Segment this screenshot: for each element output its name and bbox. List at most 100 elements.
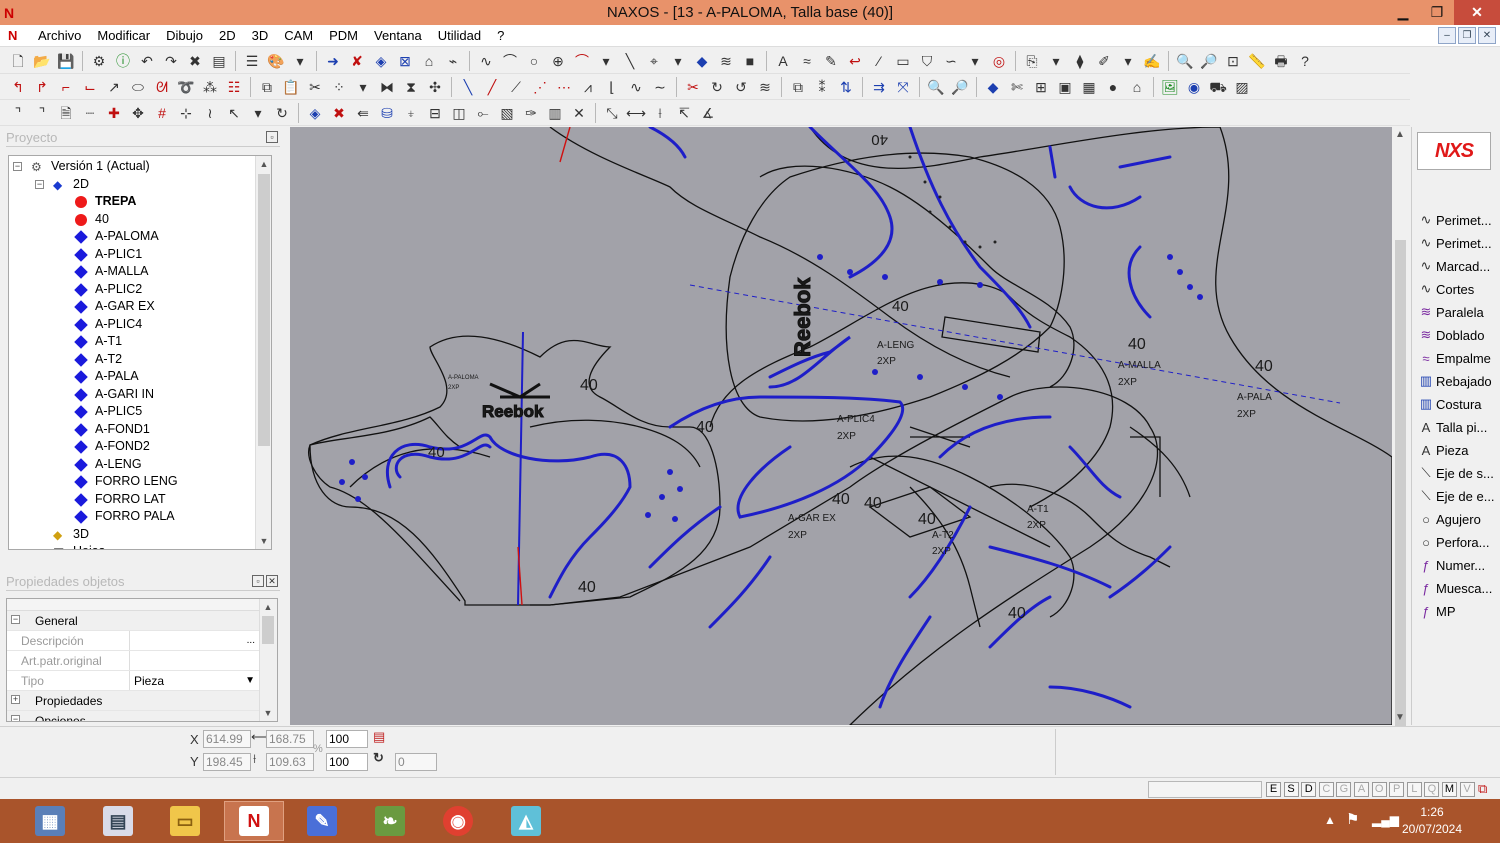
- offset-b-icon[interactable]: ≋: [755, 77, 775, 97]
- menu-dibujo[interactable]: Dibujo: [158, 25, 211, 47]
- tree-item[interactable]: FORRO PALA: [9, 508, 271, 526]
- highlight-icon[interactable]: ✍: [1142, 51, 1162, 71]
- status-flag[interactable]: M: [1442, 782, 1457, 797]
- tree-expander-icon[interactable]: −: [35, 179, 44, 189]
- database-icon[interactable]: ⛁: [377, 103, 397, 123]
- zig-icon[interactable]: ⩘: [578, 77, 598, 97]
- tree-item[interactable]: A-PALA: [9, 368, 271, 386]
- scroll-down-icon[interactable]: ▼: [256, 533, 271, 549]
- array-icon[interactable]: ⁘: [329, 77, 349, 97]
- point-icon[interactable]: ◆: [692, 51, 712, 71]
- table-icon[interactable]: ⊟: [425, 103, 445, 123]
- shoe-last-icon[interactable]: ⌂: [419, 51, 439, 71]
- tree-item[interactable]: FORRO LENG: [9, 473, 271, 491]
- pen-icon[interactable]: ✎: [821, 51, 841, 71]
- copy-icon[interactable]: ⧉: [257, 77, 277, 97]
- palette-item[interactable]: ▥ Rebajado: [1416, 370, 1500, 392]
- zoom-out-icon[interactable]: 🔎: [1199, 51, 1219, 71]
- v-dimension-icon[interactable]: ⟊: [650, 103, 670, 123]
- corner2-icon[interactable]: ⌙: [80, 77, 100, 97]
- taskbar-naxos[interactable]: N: [224, 801, 284, 841]
- status-flag[interactable]: D: [1301, 782, 1317, 797]
- menu-cam[interactable]: CAM: [276, 25, 321, 47]
- tree-item[interactable]: A-PLIC4: [9, 316, 271, 334]
- branch-icon[interactable]: ⟜: [473, 103, 493, 123]
- palette-item[interactable]: ⟍ Eje de e...: [1416, 485, 1500, 507]
- dotted-icon[interactable]: ⋯: [554, 77, 574, 97]
- hook-icon[interactable]: ↩: [845, 51, 865, 71]
- piece-nav-icon[interactable]: ◆: [983, 77, 1003, 97]
- section-propiedades[interactable]: + Propiedades: [7, 691, 277, 711]
- wave-icon[interactable]: ≈: [797, 51, 817, 71]
- ruler-pen-icon[interactable]: ✐: [1094, 51, 1114, 71]
- trim-icon[interactable]: ⁄: [869, 51, 889, 71]
- diagonal-arrow-icon[interactable]: ⤡: [602, 103, 622, 123]
- tree-item[interactable]: TREPA: [9, 193, 271, 211]
- menu-utilidad[interactable]: Utilidad: [430, 25, 489, 47]
- text-icon[interactable]: A: [773, 51, 793, 71]
- status-flag[interactable]: G: [1336, 782, 1352, 797]
- align-icon[interactable]: ⊞: [1031, 77, 1051, 97]
- dropdown-arrow-icon[interactable]: ▾: [596, 51, 616, 71]
- taskbar-file-explorer[interactable]: ▭: [155, 801, 215, 841]
- dropdown-arrow-icon[interactable]: ▾: [1118, 51, 1138, 71]
- grid-icon[interactable]: ☷: [224, 77, 244, 97]
- corner-a-icon[interactable]: ⌝: [8, 103, 28, 123]
- y-coord-field[interactable]: 198.45: [203, 753, 251, 771]
- tree-item[interactable]: A-LENG: [9, 456, 271, 474]
- image-icon[interactable]: 🖼: [1160, 77, 1180, 97]
- ellipse-icon[interactable]: ⬭: [128, 77, 148, 97]
- move-icon[interactable]: ✥: [128, 103, 148, 123]
- chevron-down-icon[interactable]: ▼: [245, 671, 255, 691]
- card-icon[interactable]: ▥: [545, 103, 565, 123]
- target-icon[interactable]: ◎: [989, 51, 1009, 71]
- spiral-icon[interactable]: ᘛ: [152, 77, 172, 97]
- zoom-window-icon[interactable]: ⊡: [1223, 51, 1243, 71]
- scroll-down-icon[interactable]: ▼: [260, 705, 276, 721]
- redo-icon[interactable]: ↷: [161, 51, 181, 71]
- palette-item[interactable]: ∿ Cortes: [1416, 278, 1500, 300]
- menu-pdm[interactable]: PDM: [321, 25, 366, 47]
- new-file-icon[interactable]: 🗋: [8, 51, 28, 71]
- break-icon[interactable]: ✂: [683, 77, 703, 97]
- wave-edit-icon[interactable]: ➰: [176, 77, 196, 97]
- tree-item[interactable]: A-GAR EX: [9, 298, 271, 316]
- home-icon[interactable]: ⌂: [1127, 77, 1147, 97]
- palette-item[interactable]: ∿ Marcad...: [1416, 255, 1500, 277]
- scale-y-field[interactable]: 100: [326, 753, 368, 771]
- scroll-down-icon[interactable]: ▼: [1395, 712, 1405, 723]
- expand-icon[interactable]: +: [11, 695, 20, 704]
- tree-item[interactable]: A-PALOMA: [9, 228, 271, 246]
- palette-item[interactable]: ≈ Empalme: [1416, 347, 1500, 369]
- flip-v-icon[interactable]: ⧗: [401, 77, 421, 97]
- palette-item[interactable]: A Pieza: [1416, 439, 1500, 461]
- tree-item[interactable]: A-GARI IN: [9, 386, 271, 404]
- angle-field[interactable]: 0: [395, 753, 437, 771]
- swap-icon[interactable]: ⇅: [836, 77, 856, 97]
- close-panel-icon[interactable]: ✕: [266, 575, 278, 587]
- forward-icon[interactable]: ⇉: [869, 77, 889, 97]
- taskbar-explorer-app[interactable]: ▤: [88, 801, 148, 841]
- x-link-icon[interactable]: ⤧: [893, 77, 913, 97]
- dropdown-arrow-icon[interactable]: ▾: [248, 103, 268, 123]
- tree-item[interactable]: ▤ Hojas: [9, 543, 271, 549]
- undo-icon[interactable]: ↶: [137, 51, 157, 71]
- palette-item[interactable]: ⟍ Eje de s...: [1416, 462, 1500, 484]
- measure-icon[interactable]: 📏: [1247, 51, 1267, 71]
- arc-icon[interactable]: ⌒: [572, 51, 592, 71]
- menu-2d[interactable]: 2D: [211, 25, 244, 47]
- status-flag[interactable]: P: [1389, 782, 1405, 797]
- section-opciones[interactable]: − Opciones: [7, 711, 277, 721]
- globe-icon[interactable]: ◉: [1184, 77, 1204, 97]
- insert-point-icon[interactable]: ◈: [305, 103, 325, 123]
- canvas-scrollbar[interactable]: ▲ ▼: [1392, 127, 1409, 775]
- document-icon[interactable]: N: [8, 28, 24, 43]
- line-c-icon[interactable]: ⟋: [506, 77, 526, 97]
- stack-b-icon[interactable]: ▨: [1232, 77, 1252, 97]
- node-arrow-icon[interactable]: ⇚: [353, 103, 373, 123]
- menu-help[interactable]: ?: [489, 25, 512, 47]
- radius-icon[interactable]: ↸: [674, 103, 694, 123]
- scroll-up-icon[interactable]: ▲: [260, 599, 276, 615]
- tray-up-arrow-icon[interactable]: ▲: [1324, 813, 1336, 827]
- palette-item[interactable]: ƒ MP: [1416, 600, 1500, 622]
